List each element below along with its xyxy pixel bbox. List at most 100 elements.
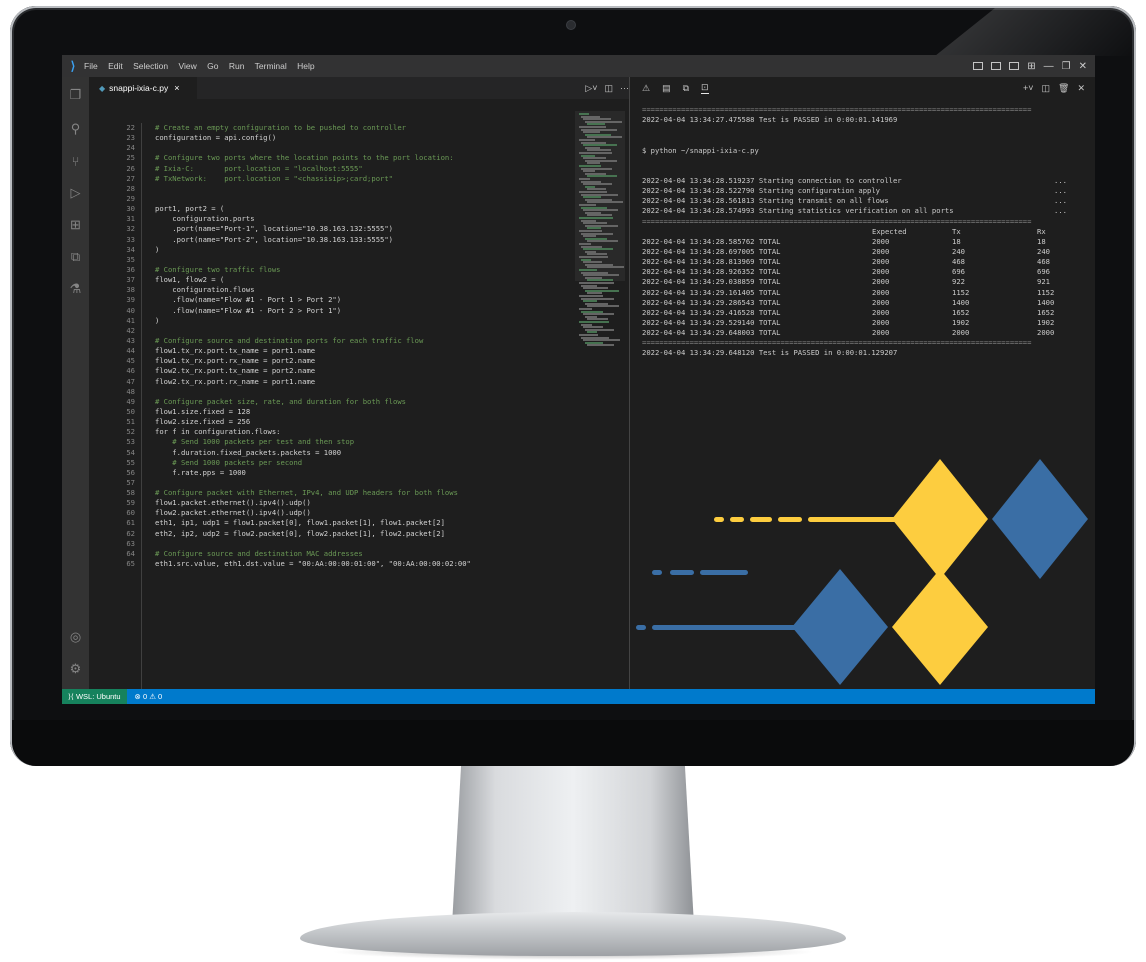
code-line[interactable]: # Configure source and destination MAC a… [155, 549, 575, 559]
code-line[interactable] [155, 194, 575, 204]
code-line[interactable]: eth1.src.value, eth1.dst.value = "00:AA:… [155, 559, 575, 569]
new-terminal-icon[interactable]: +˅ [1023, 83, 1034, 93]
tab-close-icon[interactable]: × [174, 83, 179, 93]
line-number: 26 [126, 163, 135, 173]
restore-icon[interactable]: ❐ [1062, 61, 1071, 72]
code-line[interactable]: flow2.size.fixed = 256 [155, 417, 575, 427]
code-line[interactable]: flow1.tx_rx.port.tx_name = port1.name [155, 346, 575, 356]
line-number: 56 [126, 467, 135, 477]
tab-snappi-ixia-c[interactable]: ◆ snappi-ixia-c.py × [89, 77, 197, 99]
code-line[interactable]: f.rate.pps = 1000 [155, 468, 575, 478]
step-line: 2022-04-04 13:34:28.522790 Starting conf… [642, 186, 1082, 196]
line-number: 64 [126, 548, 135, 558]
code-line[interactable]: ) [155, 316, 575, 326]
code-line[interactable]: eth1, ip1, udp1 = flow1.packet[0], flow1… [155, 518, 575, 528]
code-line[interactable] [155, 143, 575, 153]
code-line[interactable]: configuration = api.config() [155, 133, 575, 143]
code-line[interactable] [155, 326, 575, 336]
search-icon[interactable]: ⚲ [62, 117, 89, 141]
code-line[interactable]: # Configure packet size, rate, and durat… [155, 397, 575, 407]
run-file-icon[interactable]: ▷˅ [585, 83, 597, 94]
explorer-icon[interactable]: ❐ [62, 83, 89, 107]
close-window-icon[interactable]: ✕ [1079, 61, 1087, 72]
code-line[interactable]: flow1.tx_rx.port.rx_name = port2.name [155, 356, 575, 366]
code-line[interactable]: flow2.packet.ethernet().ipv4().udp() [155, 508, 575, 518]
menu-edit[interactable]: Edit [108, 61, 123, 71]
code-line[interactable] [155, 387, 575, 397]
code-line[interactable]: configuration.flows [155, 285, 575, 295]
code-line[interactable]: .flow(name="Flow #1 - Port 2 > Port 1") [155, 306, 575, 316]
code-line[interactable]: ) [155, 245, 575, 255]
split-terminal-icon[interactable]: ◫ [1042, 83, 1051, 94]
code-line[interactable]: .port(name="Port-2", location="10.38.163… [155, 235, 575, 245]
source-control-icon[interactable]: ⑂ [62, 149, 89, 173]
code-line[interactable]: # Send 1000 packets per second [155, 458, 575, 468]
menu-selection[interactable]: Selection [133, 61, 168, 71]
output-icon[interactable]: ▤ [662, 83, 671, 94]
code-line[interactable]: flow1.size.fixed = 128 [155, 407, 575, 417]
stats-row: 2022-04-04 13:34:29.416528 TOTAL 2000 1652… [642, 308, 1082, 318]
code-line[interactable]: # Configure two ports where the location… [155, 153, 575, 163]
code-line[interactable]: flow2.tx_rx.port.rx_name = port1.name [155, 377, 575, 387]
stats-row: 2022-04-04 13:34:28.697005 TOTAL 2000 240 2… [642, 247, 1082, 257]
code-line[interactable] [155, 478, 575, 488]
terminal-icon[interactable]: ⊡ [701, 82, 709, 94]
code-line[interactable]: # Ixia-C: port.location = "localhost:555… [155, 164, 575, 174]
debug-console-icon[interactable]: ⧉ [683, 83, 689, 94]
code-line[interactable]: # TxNetwork: port.location = "<chassisip… [155, 174, 575, 184]
warning-count: 0 [158, 692, 163, 701]
remote-explorer-icon[interactable]: ⧉ [62, 245, 89, 269]
testing-icon[interactable]: ⚗ [62, 277, 89, 301]
code-line[interactable]: .port(name="Port-1", location="10.38.163… [155, 224, 575, 234]
menu-view[interactable]: View [178, 61, 196, 71]
kill-terminal-icon[interactable]: 🗑 [1058, 83, 1069, 94]
line-number: 52 [126, 427, 135, 437]
code-line[interactable]: flow2.tx_rx.port.tx_name = port2.name [155, 366, 575, 376]
menu-help[interactable]: Help [297, 61, 314, 71]
menu-file[interactable]: File [84, 61, 98, 71]
toggle-sidebar-icon[interactable] [973, 62, 984, 70]
extensions-icon[interactable]: ⊞ [62, 213, 89, 237]
stats-rx: 921 [1037, 277, 1050, 287]
code-editor[interactable]: 22 23 24 25 26 27 28 29 30 31 32 33 34 35 36 37 38 39 40 41… [89, 99, 575, 689]
split-editor-icon[interactable]: ◫ [604, 83, 613, 94]
minimap[interactable] [575, 99, 625, 689]
settings-gear-icon[interactable]: ⚙ [62, 657, 89, 681]
code-content[interactable]: # Create an empty configuration to be pu… [155, 123, 575, 569]
code-line[interactable]: flow1, flow2 = ( [155, 275, 575, 285]
code-line[interactable]: port1, port2 = ( [155, 204, 575, 214]
toggle-secondary-sidebar-icon[interactable] [1009, 62, 1020, 70]
more-actions-icon[interactable]: ··· [620, 83, 629, 93]
code-line[interactable] [155, 255, 575, 265]
step-text: 2022-04-04 13:34:28.561813 Starting tran… [642, 196, 889, 206]
code-line[interactable]: flow1.packet.ethernet().ipv4().udp() [155, 498, 575, 508]
code-line[interactable]: # Send 1000 packets per test and then st… [155, 437, 575, 447]
menu-run[interactable]: Run [229, 61, 245, 71]
toggle-panel-icon[interactable] [991, 62, 1002, 70]
remote-indicator[interactable]: ⟩⟨ WSL: Ubuntu [62, 689, 127, 704]
code-line[interactable]: f.duration.fixed_packets.packets = 1000 [155, 448, 575, 458]
code-line[interactable]: # Create an empty configuration to be pu… [155, 123, 575, 133]
menu-go[interactable]: Go [207, 61, 218, 71]
code-line[interactable] [155, 539, 575, 549]
code-line[interactable]: # Configure two traffic flows [155, 265, 575, 275]
code-line[interactable]: # Configure packet with Ethernet, IPv4, … [155, 488, 575, 498]
menu-terminal[interactable]: Terminal [255, 61, 287, 71]
accounts-icon[interactable]: ◎ [62, 625, 89, 649]
minimize-icon[interactable]: — [1044, 61, 1054, 72]
code-line[interactable]: .flow(name="Flow #1 - Port 1 > Port 2") [155, 295, 575, 305]
line-number: 44 [126, 346, 135, 356]
stats-header: Expected Tx Rx [642, 227, 1082, 237]
run-debug-icon[interactable]: ▷ [62, 181, 89, 205]
code-line[interactable]: for f in configuration.flows: [155, 427, 575, 437]
stats-expected: 2000 [872, 317, 890, 327]
problems-icon[interactable]: ⚠ [642, 83, 650, 94]
code-line[interactable]: configuration.ports [155, 214, 575, 224]
problems-status[interactable]: ⊗ 0 ⚠ 0 [135, 692, 163, 701]
close-panel-icon[interactable]: ✕ [1077, 83, 1085, 94]
code-line[interactable]: # Configure source and destination ports… [155, 336, 575, 346]
line-number: 33 [126, 234, 135, 244]
code-line[interactable] [155, 184, 575, 194]
customize-layout-icon[interactable]: ⊞ [1027, 61, 1035, 72]
code-line[interactable]: eth2, ip2, udp2 = flow2.packet[0], flow2… [155, 529, 575, 539]
